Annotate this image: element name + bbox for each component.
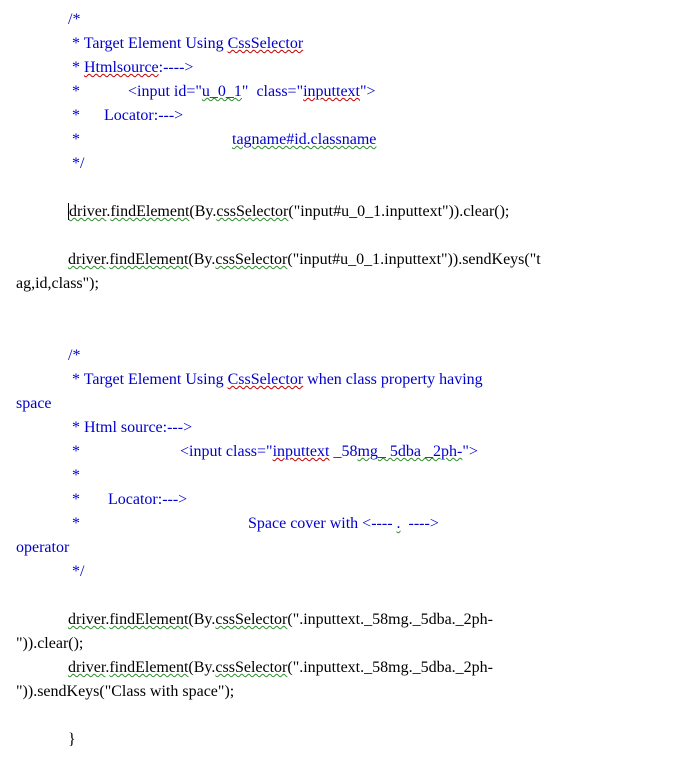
comment-line: * Html source:---> — [16, 416, 682, 440]
text — [16, 611, 68, 628]
text: cssSelector — [215, 611, 287, 628]
text: :----> — [159, 59, 194, 76]
text: inputtext — [273, 443, 330, 460]
text: (".inputtext._58mg._5dba._2ph- — [287, 611, 493, 628]
text: * Space cover with <---- — [16, 515, 397, 532]
comment-line: * <input class="inputtext _58mg_ 5dba _2… — [16, 440, 682, 464]
text: CssSelector — [228, 371, 304, 388]
text — [16, 659, 68, 676]
text: * Target Element Using — [16, 371, 228, 388]
text: inputtext — [303, 83, 360, 100]
text: * — [16, 59, 84, 76]
text: * <input id=" — [16, 83, 202, 100]
blank-line — [16, 224, 682, 248]
code-line: driver.findElement(By.cssSelector(".inpu… — [16, 608, 682, 632]
blank-line — [16, 704, 682, 728]
code-line: ")).clear(); — [16, 632, 682, 656]
comment-line: * Target Element Using CssSelector — [16, 32, 682, 56]
text: u_0_1 — [202, 83, 242, 100]
text: cssSelector — [216, 203, 288, 220]
text: tagname#id.classname — [232, 131, 376, 148]
comment-line: * Locator:---> — [16, 488, 682, 512]
text: when class property having — [303, 371, 483, 388]
blank-line — [16, 296, 682, 320]
code-line: driver.findElement(By.cssSelector(".inpu… — [16, 656, 682, 680]
text: * — [16, 131, 232, 148]
comment-line: * <input id="u_0_1" class="inputtext"> — [16, 80, 682, 104]
text: cssSelector — [215, 659, 287, 676]
text: driver — [68, 659, 105, 676]
text: ("input#u_0_1.inputtext")).clear(); — [288, 203, 509, 220]
text: cssSelector — [215, 251, 287, 268]
text: * Target Element Using — [16, 35, 228, 52]
code-line: ag,id,class"); — [16, 272, 682, 296]
text: _58 — [329, 443, 357, 460]
comment-line: * Locator:---> — [16, 104, 682, 128]
text: findElement — [109, 611, 188, 628]
code-line: ")).sendKeys("Class with space"); — [16, 680, 682, 704]
comment-line: * — [16, 464, 682, 488]
blank-line — [16, 176, 682, 200]
comment-line: */ — [16, 152, 682, 176]
comment-line: * Target Element Using CssSelector when … — [16, 368, 682, 392]
text: driver — [68, 611, 105, 628]
code-line: } — [16, 728, 682, 752]
text: "> — [462, 443, 478, 460]
text: CssSelector — [228, 35, 304, 52]
blank-line — [16, 584, 682, 608]
text: _ 5dba _2ph- — [378, 443, 462, 460]
comment-line: * Space cover with <---- . ----> — [16, 512, 682, 536]
text: driver — [69, 203, 106, 220]
text: (By. — [189, 203, 216, 220]
text: findElement — [109, 251, 188, 268]
text: ----> — [401, 515, 439, 532]
text: mg — [357, 443, 377, 460]
comment-line: * Htmlsource:----> — [16, 56, 682, 80]
comment-line: /* — [16, 8, 682, 32]
text — [16, 203, 68, 220]
text: " class=" — [242, 83, 303, 100]
comment-line: operator — [16, 536, 682, 560]
text — [16, 251, 68, 268]
comment-line: /* — [16, 344, 682, 368]
text: (".inputtext._58mg._5dba._2ph- — [287, 659, 493, 676]
text: (By. — [188, 251, 215, 268]
text: driver — [68, 251, 105, 268]
text: findElement — [109, 659, 188, 676]
text: (By. — [188, 659, 215, 676]
text: "> — [360, 83, 376, 100]
text: findElement — [110, 203, 189, 220]
comment-line: */ — [16, 560, 682, 584]
comment-line: space — [16, 392, 682, 416]
blank-line — [16, 320, 682, 344]
comment-line: * tagname#id.classname — [16, 128, 682, 152]
code-line: driver.findElement(By.cssSelector("input… — [16, 200, 682, 224]
text: Htmlsource — [84, 59, 159, 76]
text: * <input class=" — [16, 443, 273, 460]
text: (By. — [188, 611, 215, 628]
text: ("input#u_0_1.inputtext")).sendKeys("t — [287, 251, 540, 268]
code-line: driver.findElement(By.cssSelector("input… — [16, 248, 682, 272]
